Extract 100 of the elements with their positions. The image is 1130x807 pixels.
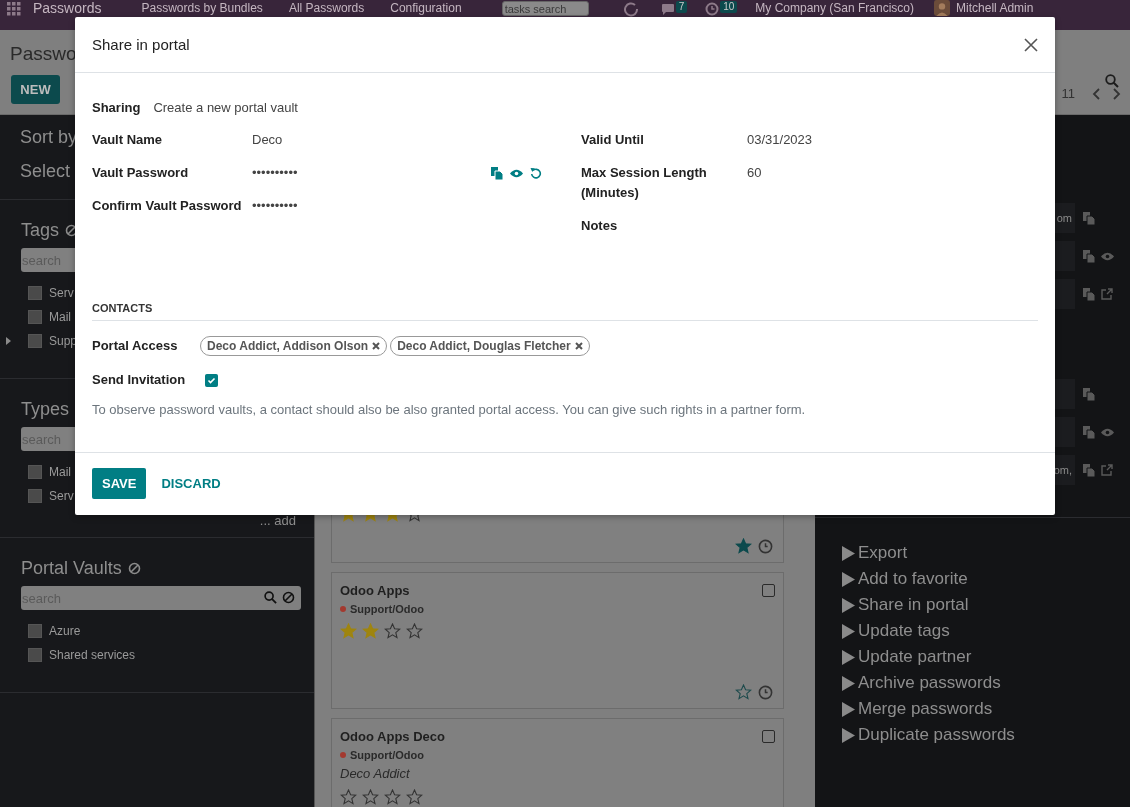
- filter-label[interactable]: Mail: [49, 310, 71, 324]
- menu-item[interactable]: All Passwords: [288, 1, 365, 16]
- card-title: Odoo Apps: [340, 583, 410, 598]
- chat-icon[interactable]: [660, 3, 675, 16]
- checkbox[interactable]: [762, 730, 775, 743]
- pager-value[interactable]: 11: [1061, 86, 1075, 101]
- card-title: Odoo Apps Deco: [340, 729, 445, 744]
- menu-item[interactable]: Passwords by Bundles: [141, 1, 263, 16]
- save-button[interactable]: SAVE: [92, 468, 147, 499]
- copy-icon[interactable]: [1083, 287, 1095, 301]
- action-link[interactable]: Add to favorite: [858, 569, 968, 589]
- next-icon[interactable]: [1112, 87, 1121, 100]
- field-label: Max Session Length (Minutes): [581, 164, 708, 202]
- copy-icon[interactable]: [491, 166, 503, 180]
- action-link[interactable]: Archive passwords: [858, 673, 1001, 693]
- checkbox[interactable]: [28, 334, 42, 348]
- action-link[interactable]: Export: [858, 543, 908, 563]
- clock-icon[interactable]: [758, 684, 773, 700]
- external-link-icon[interactable]: [1101, 464, 1113, 476]
- checkbox[interactable]: [28, 624, 42, 638]
- password-card[interactable]: Odoo Apps Deco Support/Odoo Deco Addict: [331, 718, 784, 807]
- action-link[interactable]: Duplicate passwords: [858, 725, 1015, 745]
- star-icon[interactable]: [406, 623, 423, 639]
- triangle-icon: [842, 649, 855, 665]
- clock-icon[interactable]: [705, 2, 720, 16]
- field-label: Sharing: [92, 99, 141, 117]
- help-text: To observe password vaults, a contact should also be also granted portal access. You can give such rights in a partner form.: [92, 401, 807, 419]
- previous-icon[interactable]: [1092, 87, 1101, 100]
- field-value[interactable]: Create a new portal vault: [153, 98, 298, 130]
- favorite-star-icon[interactable]: [735, 538, 752, 554]
- eye-icon[interactable]: [1101, 251, 1114, 261]
- field-label: Notes: [581, 217, 619, 235]
- action-link[interactable]: Update tags: [858, 621, 950, 641]
- filter-label[interactable]: Mail: [49, 465, 71, 479]
- close-icon[interactable]: [1024, 37, 1038, 52]
- search-icon[interactable]: [1105, 74, 1119, 88]
- add-link[interactable]: ... add: [259, 513, 296, 529]
- field-value[interactable]: ••••••••••: [252, 196, 298, 216]
- partner-name: Deco Addict: [340, 766, 411, 781]
- password-card[interactable]: Odoo Apps Support/Odoo: [331, 572, 784, 709]
- favorite-star-icon[interactable]: [735, 684, 752, 700]
- caret-icon[interactable]: [6, 337, 11, 345]
- apps-menu-icon[interactable]: [7, 2, 21, 16]
- copy-icon[interactable]: [1083, 249, 1095, 263]
- discard-button[interactable]: DISCARD: [159, 468, 223, 499]
- tag-label: Deco Addict, Douglas Fletcher: [397, 338, 571, 354]
- eye-icon[interactable]: [510, 168, 523, 178]
- new-button[interactable]: NEW: [11, 75, 60, 104]
- field-value[interactable]: Deco: [252, 130, 283, 150]
- checkbox[interactable]: [28, 310, 42, 324]
- star-icon[interactable]: [406, 789, 423, 805]
- triangle-icon: [842, 701, 855, 717]
- action-link[interactable]: Update partner: [858, 647, 972, 667]
- section-title: Portal Vaults: [21, 557, 122, 580]
- star-icon[interactable]: [362, 789, 379, 805]
- reset-icon[interactable]: [530, 167, 542, 179]
- remove-icon[interactable]: [574, 342, 583, 350]
- checkbox[interactable]: [205, 373, 218, 387]
- action-link[interactable]: Merge passwords: [858, 699, 993, 719]
- external-link-icon[interactable]: [1101, 288, 1113, 300]
- star-icon[interactable]: [384, 623, 401, 639]
- star-icon[interactable]: [340, 789, 357, 805]
- menu-item[interactable]: Configuration: [390, 1, 462, 16]
- field-value[interactable]: 03/31/2023: [747, 130, 813, 150]
- star-icon[interactable]: [384, 789, 401, 805]
- user-name[interactable]: Mitchell Admin: [956, 1, 1034, 16]
- section-heading: CONTACTS: [92, 302, 1038, 321]
- tag-label: Support/Odoo: [350, 603, 424, 615]
- filter-label[interactable]: Serv: [49, 286, 74, 300]
- remove-icon[interactable]: [372, 342, 381, 350]
- field-label: Portal Access: [92, 337, 179, 355]
- tag-label: Deco Addict, Addison Olson: [207, 338, 369, 354]
- star-icon[interactable]: [362, 623, 379, 639]
- eye-icon[interactable]: [1101, 427, 1114, 437]
- copy-icon[interactable]: [1083, 463, 1095, 477]
- checkbox[interactable]: [28, 489, 42, 503]
- clock-icon[interactable]: [758, 538, 773, 554]
- copy-icon[interactable]: [1083, 387, 1095, 401]
- field-value[interactable]: ••••••••••: [252, 163, 298, 183]
- checkbox[interactable]: [762, 584, 775, 597]
- copy-icon[interactable]: [1083, 425, 1095, 439]
- filter-label[interactable]: Serv: [49, 489, 74, 503]
- field-label: Confirm Vault Password: [92, 197, 243, 215]
- filter-label[interactable]: Azure: [49, 624, 81, 638]
- checkbox[interactable]: [28, 286, 42, 300]
- star-icon[interactable]: [340, 623, 357, 639]
- checkbox[interactable]: [28, 465, 42, 479]
- company-name[interactable]: My Company (San Francisco): [755, 1, 915, 16]
- dialog-title: Share in portal: [92, 36, 190, 53]
- field-value[interactable]: 60: [747, 163, 762, 183]
- search-field[interactable]: tasks search: [501, 1, 589, 16]
- checkbox[interactable]: [28, 648, 42, 662]
- copy-icon[interactable]: [1083, 211, 1095, 225]
- app-name[interactable]: Passwords: [33, 1, 102, 16]
- filter-label[interactable]: Shared services: [49, 648, 136, 662]
- avatar-icon[interactable]: [934, 0, 951, 16]
- search-icon[interactable]: [264, 591, 277, 604]
- field-label: Vault Password: [92, 164, 190, 182]
- action-link[interactable]: Share in portal: [858, 595, 969, 615]
- breadcrumb[interactable]: Passwo: [10, 42, 77, 66]
